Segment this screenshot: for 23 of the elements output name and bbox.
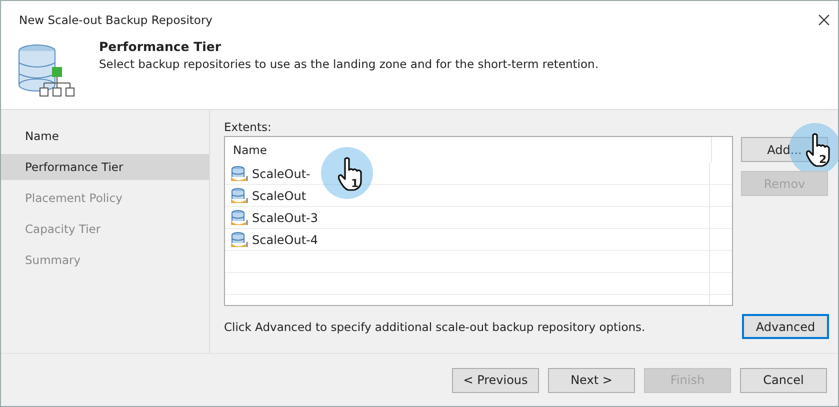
footer-button[interactable]: Next > xyxy=(548,368,635,392)
advanced-button[interactable]: Advanced xyxy=(742,314,829,339)
footer-button[interactable]: < Previous xyxy=(452,368,539,392)
extents-label: Extents: xyxy=(224,120,272,134)
close-icon[interactable] xyxy=(818,14,830,26)
repository-icon xyxy=(231,166,249,182)
footer-button[interactable]: Cancel xyxy=(740,368,827,392)
step-number: 1 xyxy=(351,177,359,190)
repository-icon xyxy=(231,232,249,248)
repository-name[interactable]: ScaleOut-4 xyxy=(252,232,318,246)
repository-name[interactable]: ScaleOut-3 xyxy=(252,210,318,224)
repository-icon xyxy=(231,188,249,204)
window-title: New Scale-out Backup Repository xyxy=(19,13,212,27)
repository-name[interactable]: ScaleOut- xyxy=(252,166,310,180)
repository-icon xyxy=(231,210,249,226)
page-heading: Performance Tier xyxy=(99,39,222,54)
hand-cursor-icon xyxy=(805,133,831,167)
repository-name[interactable]: ScaleOut xyxy=(252,188,306,202)
wizard-step[interactable]: Performance Tier xyxy=(1,154,209,180)
hand-cursor-icon xyxy=(337,157,363,191)
hint-text: Click Advanced to specify additional scale-out backup repository options. xyxy=(224,320,646,334)
page-description: Select backup repositories to use as the landing zone and for the short-term retention. xyxy=(99,57,598,71)
wizard-step[interactable]: Name xyxy=(1,123,209,149)
